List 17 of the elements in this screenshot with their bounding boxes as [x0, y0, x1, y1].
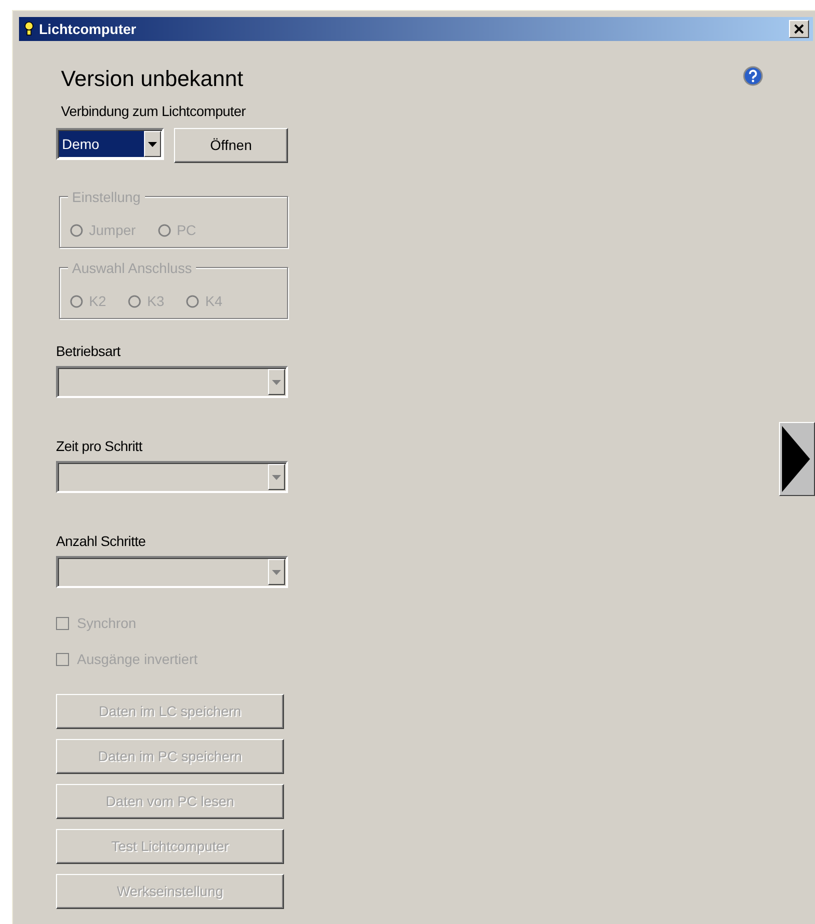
version-heading: Version unbekannt	[60, 67, 244, 92]
field-label: Anzahl Schritte	[56, 532, 147, 552]
window-title: Lichtcomputer	[39, 20, 136, 39]
field-label: Betriebsart	[56, 342, 122, 362]
close-button[interactable]	[789, 20, 809, 38]
caret-icon	[272, 474, 281, 480]
connection-dropdown[interactable]: Demo	[56, 128, 164, 160]
caret-icon	[272, 380, 281, 385]
caret-icon	[272, 570, 281, 575]
help-icon[interactable]	[743, 66, 763, 86]
field-label: Zeit pro Schritt	[56, 437, 144, 456]
expand-button[interactable]	[779, 422, 815, 496]
caret-icon	[148, 142, 157, 147]
close-icon	[793, 23, 805, 35]
connection-label: Verbindung zum Lichtcomputer	[60, 102, 247, 122]
open-button[interactable]: Öffnen	[174, 128, 288, 164]
bulb-icon	[23, 21, 35, 37]
